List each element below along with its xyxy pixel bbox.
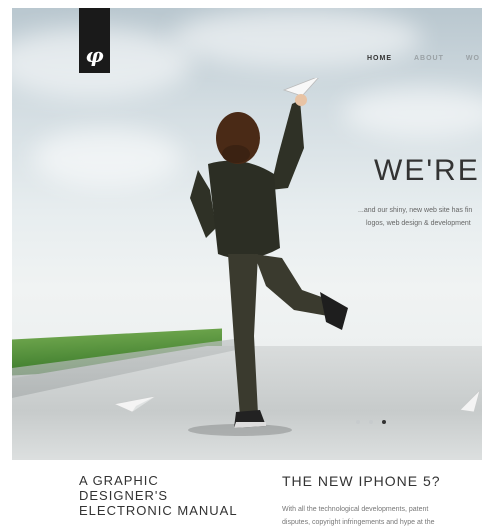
hero-headline: WE'RE — [374, 154, 480, 187]
cloud — [32, 128, 182, 188]
hero-subtitle: logos, web design & development — [366, 220, 471, 227]
article-title[interactable]: A GRAPHIC DESIGNER'S ELECTRONIC MANUAL — [79, 473, 249, 518]
page: φ HOME ABOUT WO WE'RE ...and our shiny, … — [12, 8, 482, 528]
site-logo[interactable]: φ — [79, 8, 110, 73]
article-graphic-designer-manual: A GRAPHIC DESIGNER'S ELECTRONIC MANUAL — [79, 473, 249, 518]
article-title[interactable]: THE NEW IPHONE 5? — [282, 473, 472, 489]
boy-with-paper-plane — [188, 78, 348, 436]
article-title-line: A GRAPHIC — [79, 473, 159, 488]
slider-pagination — [356, 420, 386, 424]
hero-subtitle: ...and our shiny, new web site has fin — [358, 207, 473, 214]
nav-item-home[interactable]: HOME — [367, 55, 392, 62]
article-excerpt: With all the technological developments,… — [282, 503, 472, 528]
article-title-line: DESIGNER'S — [79, 488, 169, 503]
slider-dot[interactable] — [369, 420, 373, 424]
excerpt-line: disputes, copyright infringements and hy… — [282, 519, 435, 526]
slider-dot-active[interactable] — [382, 420, 386, 424]
hero-banner: φ HOME ABOUT WO WE'RE ...and our shiny, … — [12, 8, 482, 460]
paper-plane-icon — [112, 395, 157, 413]
article-new-iphone: THE NEW IPHONE 5? With all the technolog… — [282, 473, 472, 528]
slider-dot[interactable] — [356, 420, 360, 424]
phi-logo-icon: φ — [85, 43, 104, 67]
cloud — [342, 88, 482, 138]
nav-item-work[interactable]: WO — [466, 55, 480, 62]
excerpt-line: With all the technological developments,… — [282, 506, 429, 513]
article-title-line: ELECTRONIC MANUAL — [79, 503, 238, 518]
paper-plane-icon — [459, 388, 481, 413]
nav-item-about[interactable]: ABOUT — [414, 55, 444, 62]
main-nav: HOME ABOUT WO — [367, 55, 480, 62]
